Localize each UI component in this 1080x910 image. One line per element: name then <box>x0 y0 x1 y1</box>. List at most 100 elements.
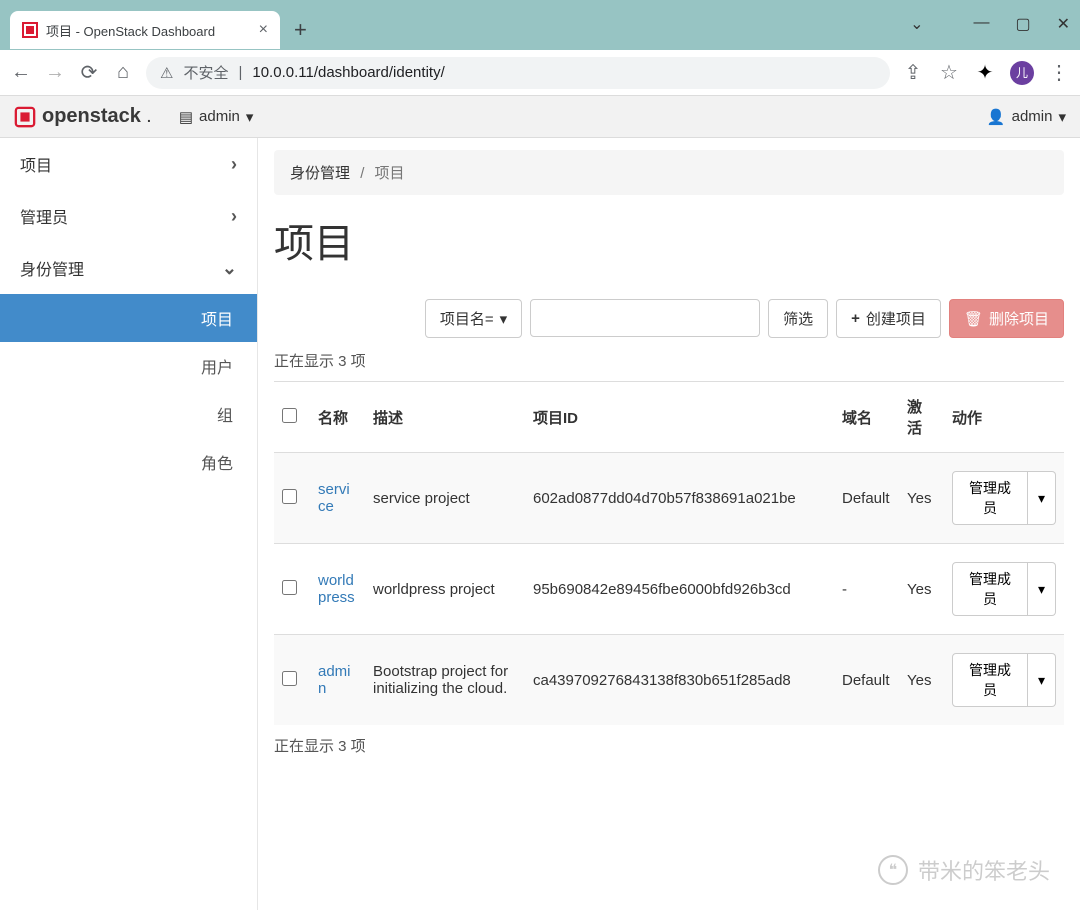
user-menu[interactable]: 👤 admin ▾ <box>987 108 1066 126</box>
minimize-icon[interactable]: — <box>973 14 989 34</box>
sidebar-item-identity[interactable]: 身份管理 ⌄ <box>0 242 257 294</box>
cell-domain: Default <box>834 635 899 726</box>
cell-desc: Bootstrap project for initializing the c… <box>365 635 525 726</box>
sidebar: 项目 › 管理员 › 身份管理 ⌄ 项目 用户 组 角色 <box>0 138 258 910</box>
profile-avatar[interactable]: 儿 <box>1010 61 1034 85</box>
security-label: 不安全 <box>183 62 228 83</box>
th-active[interactable]: 激活 <box>899 382 944 453</box>
manage-members-button[interactable]: 管理成员 <box>952 471 1028 525</box>
address-bar: ← → ⟳ ⌂ ⚠ 不安全 | 10.0.0.11/dashboard/iden… <box>0 50 1080 96</box>
tab-favicon-icon <box>22 22 38 38</box>
tab-bar: 项目 - OpenStack Dashboard × + <box>0 10 321 50</box>
page-title: 项目 <box>274 195 1064 299</box>
project-link[interactable]: admin <box>318 663 351 697</box>
chevron-right-icon: › <box>231 154 237 175</box>
delete-project-button[interactable]: 🗑 删除项目 <box>949 299 1064 338</box>
user-icon: 👤 <box>987 108 1006 126</box>
browser-chrome: 项目 - OpenStack Dashboard × + ⌄ — ▢ ✕ <box>0 0 1080 50</box>
plus-icon: + <box>851 310 860 327</box>
th-action: 动作 <box>944 382 1064 453</box>
filter-button[interactable]: 筛选 <box>768 299 828 338</box>
caret-icon: ▾ <box>246 108 254 126</box>
url-separator: | <box>238 64 242 81</box>
content: 身份管理 / 项目 项目 项目名= ▾ 筛选 + 创建项目 🗑 删除项目 正在显… <box>258 138 1080 910</box>
cell-active: Yes <box>899 635 944 726</box>
brand-text: openstack <box>42 105 141 128</box>
select-all-checkbox[interactable] <box>282 408 297 423</box>
row-action-dropdown[interactable]: ▾ <box>1028 653 1056 707</box>
table-row: worldpress worldpress project95b690842e89… <box>274 544 1064 635</box>
cell-active: Yes <box>899 453 944 544</box>
cell-id: 602ad0877dd04d70b57f838691a021be <box>525 453 834 544</box>
sidebar-item-label: 身份管理 <box>20 256 84 280</box>
openstack-header: openstack. ▤ admin ▾ 👤 admin ▾ <box>0 96 1080 138</box>
manage-members-button[interactable]: 管理成员 <box>952 653 1028 707</box>
insecure-icon: ⚠ <box>160 64 173 82</box>
user-name: admin <box>1012 108 1053 125</box>
openstack-logo[interactable]: openstack. <box>14 105 151 128</box>
bookmark-icon[interactable]: ☆ <box>938 60 960 85</box>
toolbar: 项目名= ▾ 筛选 + 创建项目 🗑 删除项目 <box>274 299 1064 338</box>
sidebar-sub-groups[interactable]: 组 <box>0 390 257 438</box>
watermark-text: 带米的笨老头 <box>918 854 1050 886</box>
menu-icon[interactable]: ⋮ <box>1048 60 1070 85</box>
openstack-icon <box>14 106 36 128</box>
url-input[interactable]: ⚠ 不安全 | 10.0.0.11/dashboard/identity/ <box>146 57 890 89</box>
th-desc[interactable]: 描述 <box>365 382 525 453</box>
browser-tab[interactable]: 项目 - OpenStack Dashboard × <box>10 11 280 49</box>
caret-icon: ▾ <box>500 310 508 328</box>
project-link[interactable]: service <box>318 481 350 515</box>
window-controls: ⌄ — ▢ ✕ <box>910 14 1070 34</box>
project-link[interactable]: worldpress <box>318 572 355 606</box>
cell-id: 95b690842e89456fbe6000bfd926b3cd <box>525 544 834 635</box>
row-count-top: 正在显示 3 项 <box>274 350 1064 371</box>
row-checkbox[interactable] <box>282 580 297 595</box>
sidebar-item-admin[interactable]: 管理员 › <box>0 190 257 242</box>
close-window-icon[interactable]: ✕ <box>1057 14 1070 34</box>
table-row: service service project602ad0877dd04d70b5… <box>274 453 1064 544</box>
projects-table: 名称 描述 项目ID 域名 激活 动作 service service proje… <box>274 381 1064 725</box>
chevron-down-icon[interactable]: ⌄ <box>910 14 923 34</box>
close-icon[interactable]: × <box>259 21 268 39</box>
wechat-icon: ❝ <box>878 855 908 885</box>
row-checkbox[interactable] <box>282 671 297 686</box>
create-project-button[interactable]: + 创建项目 <box>836 299 941 338</box>
sidebar-item-project[interactable]: 项目 › <box>0 138 257 190</box>
sidebar-sub-roles[interactable]: 角色 <box>0 438 257 486</box>
row-action-dropdown[interactable]: ▾ <box>1028 471 1056 525</box>
cell-desc: worldpress project <box>365 544 525 635</box>
table-row: admin Bootstrap project for initializing … <box>274 635 1064 726</box>
th-domain[interactable]: 域名 <box>834 382 899 453</box>
cell-active: Yes <box>899 544 944 635</box>
project-selector[interactable]: ▤ admin ▾ <box>179 108 254 126</box>
row-checkbox[interactable] <box>282 489 297 504</box>
filter-input[interactable] <box>530 299 760 337</box>
new-tab-button[interactable]: + <box>280 17 321 43</box>
sidebar-sub-users[interactable]: 用户 <box>0 342 257 390</box>
manage-members-button[interactable]: 管理成员 <box>952 562 1028 616</box>
watermark: ❝ 带米的笨老头 <box>878 854 1050 886</box>
th-id[interactable]: 项目ID <box>525 382 834 453</box>
sidebar-sub-projects[interactable]: 项目 <box>0 294 257 342</box>
forward-icon[interactable]: → <box>44 61 66 84</box>
filter-field-dropdown[interactable]: 项目名= ▾ <box>425 299 522 338</box>
share-icon[interactable]: ⇪ <box>902 60 924 85</box>
url-text: 10.0.0.11/dashboard/identity/ <box>252 64 444 81</box>
breadcrumb-parent[interactable]: 身份管理 <box>290 165 350 182</box>
cell-id: ca439709276843138f830b651f285ad8 <box>525 635 834 726</box>
cube-icon: ▤ <box>179 108 193 126</box>
trash-icon: 🗑 <box>964 310 983 328</box>
caret-icon: ▾ <box>1058 108 1066 126</box>
home-icon[interactable]: ⌂ <box>112 61 134 84</box>
maximize-icon[interactable]: ▢ <box>1015 14 1030 34</box>
row-action-dropdown[interactable]: ▾ <box>1028 562 1056 616</box>
cell-domain: Default <box>834 453 899 544</box>
chevron-right-icon: › <box>231 206 237 227</box>
row-count-bottom: 正在显示 3 项 <box>274 735 1064 756</box>
back-icon[interactable]: ← <box>10 61 32 84</box>
cell-domain: - <box>834 544 899 635</box>
reload-icon[interactable]: ⟳ <box>78 60 100 85</box>
th-name[interactable]: 名称 <box>310 382 365 453</box>
cell-desc: service project <box>365 453 525 544</box>
extensions-icon[interactable]: ✦ <box>974 60 996 85</box>
